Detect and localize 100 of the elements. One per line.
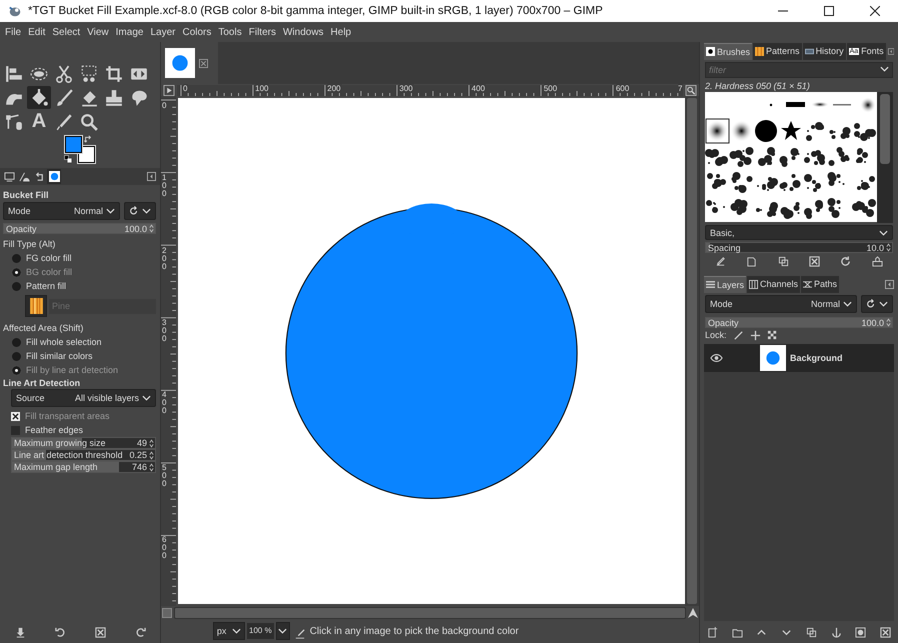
menu-item[interactable]: Select — [52, 26, 80, 38]
quick-mask-icon[interactable] — [162, 84, 176, 96]
close-icon[interactable] — [199, 58, 208, 68]
edit-icon[interactable] — [715, 256, 726, 266]
image-canvas[interactable] — [178, 98, 685, 604]
menu-item[interactable]: Layer — [150, 26, 176, 38]
checkbox-label[interactable]: Feather edges — [25, 425, 84, 435]
vertical-scrollbar[interactable] — [877, 92, 893, 223]
zoom-dropdown-button[interactable] — [276, 622, 290, 640]
dock-tab[interactable] — [47, 169, 61, 184]
mask-icon[interactable] — [855, 626, 866, 638]
checkbox[interactable] — [11, 412, 20, 420]
opacity-slider[interactable]: Opacity 100.0 — [3, 223, 156, 234]
brush-lock-icon[interactable] — [732, 330, 744, 340]
menu-item[interactable]: View — [87, 26, 109, 38]
navigate-icon[interactable] — [162, 608, 172, 618]
new-icon[interactable] — [746, 256, 758, 266]
brush-grid-drawing[interactable] — [705, 92, 877, 222]
delete-icon[interactable] — [94, 626, 106, 638]
radio-button[interactable] — [12, 254, 21, 262]
radio-label[interactable]: Fill similar colors — [26, 351, 93, 361]
navigation-arrow-icon[interactable] — [688, 608, 698, 618]
zoom-icon[interactable] — [684, 84, 698, 96]
menu-item[interactable]: File — [5, 26, 22, 38]
spin-slider[interactable]: Maximum gap length 746 — [11, 461, 156, 473]
image-tab[interactable] — [161, 42, 218, 84]
section-heading: Affected Area (Shift) — [3, 322, 84, 335]
radio-button[interactable] — [12, 352, 21, 360]
dock-tab[interactable]: Channels — [747, 276, 800, 292]
anchor-icon[interactable] — [830, 626, 842, 638]
eye-icon[interactable] — [710, 353, 722, 363]
restore-icon[interactable] — [54, 626, 66, 638]
save-icon[interactable] — [14, 626, 26, 638]
radio-label[interactable]: FG color fill — [26, 253, 72, 263]
dock-tab[interactable]: Brushes — [704, 42, 752, 60]
open-as-image-icon[interactable] — [872, 256, 883, 266]
reset-arrow-icon — [129, 206, 139, 216]
move-lock-icon[interactable] — [750, 330, 761, 340]
filter-field[interactable]: filter — [705, 62, 893, 78]
spin-slider[interactable]: Maximum growing size 49 — [11, 437, 156, 449]
unit-dropdown[interactable]: px — [213, 622, 245, 640]
radio-button[interactable] — [12, 268, 21, 276]
menu-item[interactable]: Help — [330, 26, 352, 38]
default-colors-icon[interactable] — [64, 155, 72, 163]
menu-item[interactable]: Edit — [28, 26, 46, 38]
radio-button[interactable] — [12, 338, 21, 346]
maximize-icon — [824, 6, 834, 16]
panel-menu-icon[interactable] — [885, 280, 894, 288]
panel-menu-icon[interactable] — [888, 46, 894, 56]
checkbox[interactable] — [11, 426, 20, 434]
menu-item[interactable]: Filters — [248, 26, 276, 38]
reset-dropdown[interactable] — [124, 202, 156, 220]
radio-button[interactable] — [12, 282, 21, 290]
spacing-slider[interactable]: Spacing 10.0 — [705, 242, 893, 253]
mode-dropdown[interactable]: Mode Normal — [705, 295, 857, 313]
opacity-slider[interactable]: Opacity 100.0 — [705, 317, 893, 328]
foreground-color-swatch[interactable] — [65, 136, 82, 153]
path-icon — [5, 112, 23, 130]
radio-label[interactable]: Pattern fill — [26, 281, 66, 291]
menu-item[interactable]: Image — [116, 26, 144, 38]
dock-tab[interactable]: History — [802, 42, 846, 60]
dock-tab[interactable]: Patterns — [753, 42, 802, 60]
path-icon — [803, 280, 812, 288]
caret-icon — [106, 208, 115, 214]
menu-item[interactable]: Windows — [282, 26, 324, 38]
duplicate-icon[interactable] — [778, 256, 789, 266]
reset-icon[interactable] — [134, 626, 146, 638]
refresh-icon[interactable] — [840, 256, 852, 266]
panel-menu-icon[interactable] — [147, 172, 156, 181]
brush-name: 2. Hardness 050 (51 × 51) — [704, 80, 811, 92]
delete-icon[interactable] — [880, 626, 892, 638]
source-dropdown[interactable]: Source All visible layers — [11, 389, 156, 407]
spin-arrows-icon — [149, 450, 154, 460]
dock-tab[interactable]: Layers — [704, 276, 746, 292]
tag-dropdown[interactable]: Basic, — [705, 225, 893, 240]
radio-button[interactable] — [12, 366, 21, 374]
duplicate-icon[interactable] — [806, 626, 817, 638]
swap-arrow-icon[interactable] — [84, 135, 92, 143]
delete-icon[interactable] — [809, 256, 820, 266]
checkerboard-icon[interactable] — [766, 330, 778, 340]
tool-button[interactable]: A — [27, 110, 51, 133]
pattern-button[interactable] — [25, 295, 47, 317]
channels-icon — [749, 280, 758, 288]
radio-label[interactable]: Fill whole selection — [26, 337, 102, 347]
reset-arrow-icon — [866, 299, 876, 309]
mode-dropdown[interactable]: Mode Normal — [3, 202, 120, 220]
new-layer-icon[interactable] — [706, 626, 718, 638]
vertical-scrollbar[interactable] — [685, 96, 699, 606]
ruler-number: 500 — [162, 464, 166, 488]
spin-slider[interactable]: Line art detection threshold 0.25 — [11, 449, 156, 461]
dock-tab[interactable]: Paths — [801, 276, 840, 292]
tool-button[interactable] — [27, 86, 51, 109]
zoom-field[interactable]: 100 % — [247, 623, 274, 639]
brush-dot-icon — [706, 47, 715, 56]
layer-row[interactable]: Background — [704, 344, 894, 372]
menu-item[interactable]: Colors — [182, 26, 212, 38]
folder-icon[interactable] — [732, 626, 743, 638]
reset-dropdown[interactable] — [861, 295, 893, 313]
menu-item[interactable]: Tools — [218, 26, 242, 38]
horizontal-scrollbar[interactable] — [174, 606, 686, 618]
